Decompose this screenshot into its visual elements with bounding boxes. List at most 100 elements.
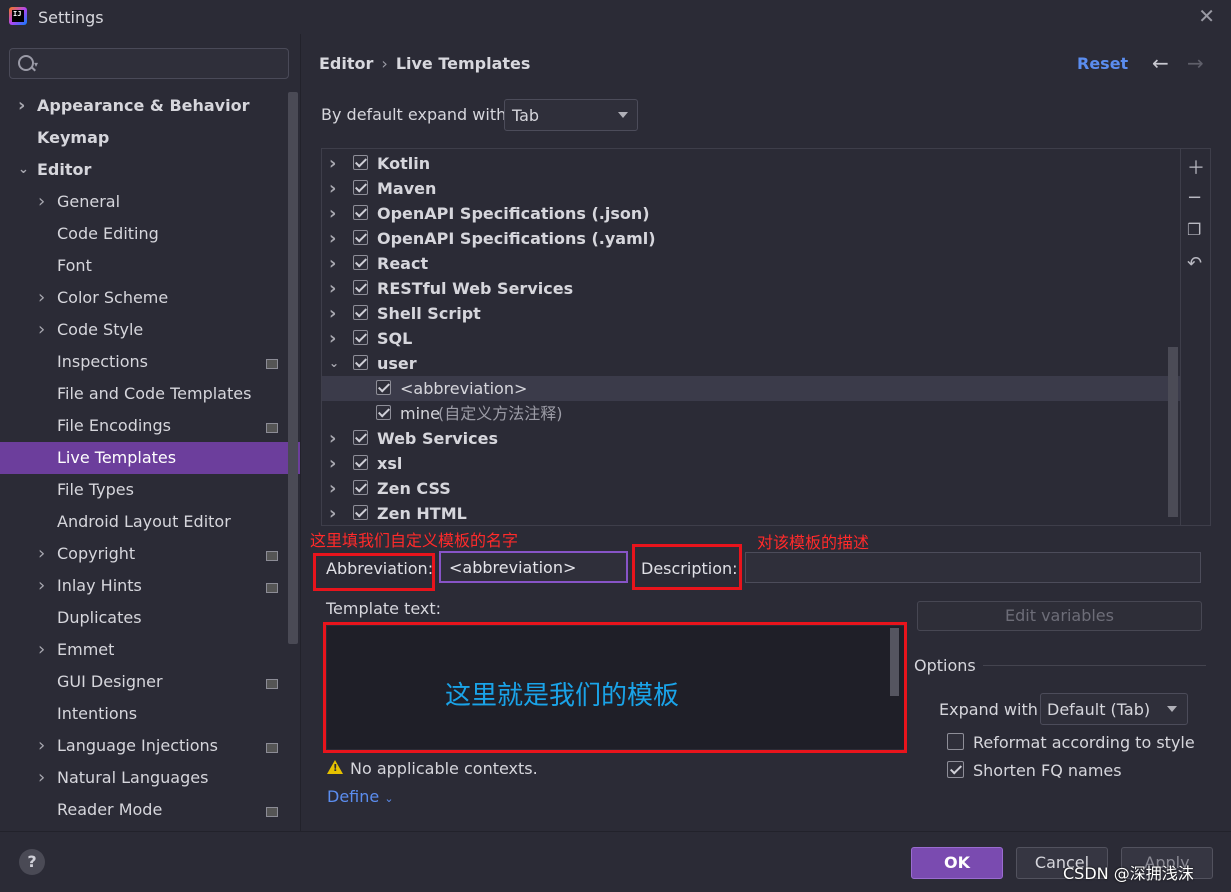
template-item-row[interactable]: mine (自定义方法注释) xyxy=(322,401,1180,426)
breadcrumb-parent[interactable]: Editor xyxy=(319,54,373,73)
expand-with-select[interactable]: Default (Tab) xyxy=(1040,693,1188,725)
sidebar-item[interactable]: Reader Mode xyxy=(0,794,288,826)
sidebar-item[interactable]: GUI Designer xyxy=(0,666,288,698)
sidebar-item[interactable]: Code Editing xyxy=(0,218,288,250)
template-group-row[interactable]: › React xyxy=(322,251,1180,276)
sidebar-item[interactable]: Duplicates xyxy=(0,602,288,634)
shorten-fq-checkbox[interactable] xyxy=(947,761,964,778)
sidebar-item[interactable]: File Encodings xyxy=(0,410,288,442)
chevron-right-icon[interactable]: › xyxy=(38,570,45,602)
chevron-right-icon[interactable]: › xyxy=(329,151,336,176)
undo-icon[interactable]: ↶ xyxy=(1187,253,1202,274)
sidebar-item[interactable]: File and Code Templates xyxy=(0,378,288,410)
chevron-right-icon[interactable]: › xyxy=(329,501,336,526)
chevron-right-icon[interactable]: › xyxy=(329,176,336,201)
template-checkbox[interactable] xyxy=(376,380,391,395)
template-checkbox[interactable] xyxy=(353,480,368,495)
close-icon[interactable]: ✕ xyxy=(1198,4,1215,28)
template-checkbox[interactable] xyxy=(353,505,368,520)
template-group-row[interactable]: › xsl xyxy=(322,451,1180,476)
sidebar-item[interactable]: › Appearance & Behavior xyxy=(0,90,288,122)
search-input[interactable]: ▾ xyxy=(9,48,289,79)
template-checkbox[interactable] xyxy=(353,455,368,470)
sidebar-item[interactable]: › Copyright xyxy=(0,538,288,570)
chevron-right-icon[interactable]: › xyxy=(38,186,45,218)
sidebar-item[interactable]: File Types xyxy=(0,474,288,506)
minus-icon[interactable]: − xyxy=(1187,187,1202,208)
chevron-right-icon[interactable]: › xyxy=(329,326,336,351)
chevron-right-icon[interactable]: › xyxy=(329,476,336,501)
description-input[interactable] xyxy=(745,552,1201,583)
template-group-row[interactable]: › OpenAPI Specifications (.json) xyxy=(322,201,1180,226)
template-checkbox[interactable] xyxy=(353,280,368,295)
sidebar-item[interactable]: Inspections xyxy=(0,346,288,378)
sidebar-item[interactable]: ⌄ Editor xyxy=(0,154,288,186)
templates-scrollbar[interactable] xyxy=(1168,347,1178,517)
sidebar-item[interactable]: › Natural Languages xyxy=(0,762,288,794)
sidebar-item[interactable]: › Code Style xyxy=(0,314,288,346)
template-checkbox[interactable] xyxy=(353,430,368,445)
chevron-right-icon[interactable]: › xyxy=(38,314,45,346)
chevron-right-icon[interactable]: › xyxy=(38,282,45,314)
sidebar-scrollbar[interactable] xyxy=(288,92,298,644)
template-checkbox[interactable] xyxy=(353,330,368,345)
plus-icon[interactable]: ＋ xyxy=(1187,154,1205,180)
chevron-right-icon[interactable]: › xyxy=(38,762,45,794)
sidebar-item[interactable]: Live Templates xyxy=(0,442,300,474)
chevron-right-icon[interactable]: › xyxy=(329,276,336,301)
chevron-right-icon[interactable]: › xyxy=(18,90,25,122)
template-group-row[interactable]: › Kotlin xyxy=(322,151,1180,176)
help-icon[interactable]: ? xyxy=(19,849,45,875)
ok-button[interactable]: OK xyxy=(911,847,1003,879)
chevron-right-icon[interactable]: › xyxy=(329,251,336,276)
template-checkbox[interactable] xyxy=(376,405,391,420)
template-group-row[interactable]: › Zen HTML xyxy=(322,501,1180,526)
search-options-chevron-icon[interactable]: ▾ xyxy=(34,60,38,69)
panel-divider[interactable] xyxy=(300,34,301,831)
default-expand-select[interactable]: Tab xyxy=(504,99,638,131)
template-group-row[interactable]: ⌄ user xyxy=(322,351,1180,376)
sidebar-item[interactable]: › Color Scheme xyxy=(0,282,288,314)
chevron-right-icon[interactable]: › xyxy=(329,201,336,226)
sidebar-item[interactable]: › Emmet xyxy=(0,634,288,666)
chevron-right-icon[interactable]: › xyxy=(329,226,336,251)
sidebar-item[interactable]: Android Layout Editor xyxy=(0,506,288,538)
sidebar-item[interactable]: › Inlay Hints xyxy=(0,570,288,602)
chevron-down-icon[interactable]: ⌄ xyxy=(18,154,29,186)
template-item-row[interactable]: <abbreviation> xyxy=(322,376,1180,401)
sidebar-item[interactable]: Keymap xyxy=(0,122,288,154)
chevron-right-icon[interactable]: › xyxy=(329,301,336,326)
template-group-row[interactable]: › SQL xyxy=(322,326,1180,351)
chevron-right-icon[interactable]: › xyxy=(329,426,336,451)
chevron-right-icon[interactable]: › xyxy=(38,538,45,570)
chevron-right-icon[interactable]: › xyxy=(38,730,45,762)
template-checkbox[interactable] xyxy=(353,180,368,195)
sidebar-item[interactable]: Font xyxy=(0,250,288,282)
template-group-row[interactable]: › Shell Script xyxy=(322,301,1180,326)
template-checkbox[interactable] xyxy=(353,155,368,170)
copy-icon[interactable]: ❐ xyxy=(1187,220,1201,239)
abbreviation-input[interactable]: <abbreviation> xyxy=(439,551,628,583)
template-group-row[interactable]: › Maven xyxy=(322,176,1180,201)
reset-link[interactable]: Reset xyxy=(1077,54,1128,73)
template-checkbox[interactable] xyxy=(353,205,368,220)
template-group-row[interactable]: › Web Services xyxy=(322,426,1180,451)
sidebar-item[interactable]: › General xyxy=(0,186,288,218)
template-group-row[interactable]: › RESTful Web Services xyxy=(322,276,1180,301)
arrow-right-icon[interactable]: → xyxy=(1187,51,1204,75)
chevron-right-icon[interactable]: › xyxy=(329,451,336,476)
template-checkbox[interactable] xyxy=(353,305,368,320)
sidebar-item[interactable]: Intentions xyxy=(0,698,288,730)
template-checkbox[interactable] xyxy=(353,230,368,245)
template-group-row[interactable]: › OpenAPI Specifications (.yaml) xyxy=(322,226,1180,251)
reformat-checkbox[interactable] xyxy=(947,733,964,750)
define-link[interactable]: Define ⌄ xyxy=(327,787,394,806)
chevron-down-icon[interactable]: ⌄ xyxy=(329,351,339,376)
sidebar-item[interactable]: › Language Injections xyxy=(0,730,288,762)
edit-variables-button[interactable]: Edit variables xyxy=(917,601,1202,631)
arrow-left-icon[interactable]: ← xyxy=(1152,51,1169,75)
template-checkbox[interactable] xyxy=(353,255,368,270)
template-checkbox[interactable] xyxy=(353,355,368,370)
chevron-right-icon[interactable]: › xyxy=(38,634,45,666)
template-group-row[interactable]: › Zen CSS xyxy=(322,476,1180,501)
